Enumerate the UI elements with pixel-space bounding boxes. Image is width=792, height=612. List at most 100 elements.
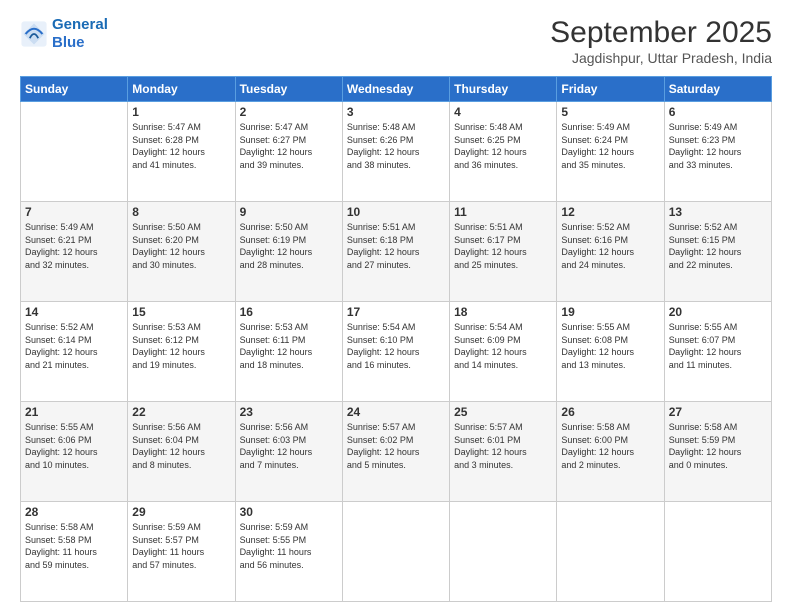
day-info: Sunrise: 5:56 AM Sunset: 6:04 PM Dayligh… <box>132 421 230 471</box>
calendar-cell <box>342 502 449 602</box>
logo-text: General Blue <box>52 16 108 52</box>
calendar-cell: 11 Sunrise: 5:51 AM Sunset: 6:17 PM Dayli… <box>450 202 557 302</box>
day-number: 9 <box>240 205 338 219</box>
day-info: Sunrise: 5:49 AM Sunset: 6:23 PM Dayligh… <box>669 121 767 171</box>
calendar-cell: 28Sunrise: 5:58 AM Sunset: 5:58 PM Dayli… <box>21 502 128 602</box>
calendar-cell: 25 Sunrise: 5:57 AM Sunset: 6:01 PM Dayli… <box>450 402 557 502</box>
calendar-cell <box>450 502 557 602</box>
day-number: 18 <box>454 305 552 319</box>
calendar-cell: 5 Sunrise: 5:49 AM Sunset: 6:24 PM Daylig… <box>557 102 664 202</box>
logo-blue: Blue <box>52 34 85 51</box>
col-header-saturday: Saturday <box>664 77 771 102</box>
day-number: 10 <box>347 205 445 219</box>
calendar-week-4: 21 Sunrise: 5:55 AM Sunset: 6:06 PM Dayli… <box>21 402 772 502</box>
calendar-cell: 24Sunrise: 5:57 AM Sunset: 6:02 PM Dayli… <box>342 402 449 502</box>
location: Jagdishpur, Uttar Pradesh, India <box>550 50 772 66</box>
day-info: Sunrise: 5:48 AM Sunset: 6:25 PM Dayligh… <box>454 121 552 171</box>
calendar-cell: 15Sunrise: 5:53 AM Sunset: 6:12 PM Dayli… <box>128 302 235 402</box>
day-info: Sunrise: 5:50 AM Sunset: 6:20 PM Dayligh… <box>132 221 230 271</box>
calendar-cell: 26 Sunrise: 5:58 AM Sunset: 6:00 PM Dayli… <box>557 402 664 502</box>
calendar-cell: 1 Sunrise: 5:47 AM Sunset: 6:28 PM Daylig… <box>128 102 235 202</box>
day-number: 13 <box>669 205 767 219</box>
calendar-cell: 18 Sunrise: 5:54 AM Sunset: 6:09 PM Dayli… <box>450 302 557 402</box>
header: General Blue September 2025 Jagdishpur, … <box>20 16 772 66</box>
day-info: Sunrise: 5:57 AM Sunset: 6:01 PM Dayligh… <box>454 421 552 471</box>
calendar-cell: 6 Sunrise: 5:49 AM Sunset: 6:23 PM Daylig… <box>664 102 771 202</box>
day-info: Sunrise: 5:57 AM Sunset: 6:02 PM Dayligh… <box>347 421 445 471</box>
calendar-week-1: 1 Sunrise: 5:47 AM Sunset: 6:28 PM Daylig… <box>21 102 772 202</box>
day-number: 2 <box>240 105 338 119</box>
col-header-thursday: Thursday <box>450 77 557 102</box>
day-info: Sunrise: 5:58 AM Sunset: 6:00 PM Dayligh… <box>561 421 659 471</box>
day-info: Sunrise: 5:51 AM Sunset: 6:17 PM Dayligh… <box>454 221 552 271</box>
day-number: 22 <box>132 405 230 419</box>
day-number: 14 <box>25 305 123 319</box>
col-header-wednesday: Wednesday <box>342 77 449 102</box>
col-header-sunday: Sunday <box>21 77 128 102</box>
day-number: 29 <box>132 505 230 519</box>
day-number: 20 <box>669 305 767 319</box>
calendar-table: SundayMondayTuesdayWednesdayThursdayFrid… <box>20 76 772 602</box>
day-number: 11 <box>454 205 552 219</box>
calendar-cell: 7Sunrise: 5:49 AM Sunset: 6:21 PM Daylig… <box>21 202 128 302</box>
day-info: Sunrise: 5:55 AM Sunset: 6:06 PM Dayligh… <box>25 421 123 471</box>
calendar-cell: 14 Sunrise: 5:52 AM Sunset: 6:14 PM Dayli… <box>21 302 128 402</box>
day-info: Sunrise: 5:58 AM Sunset: 5:59 PM Dayligh… <box>669 421 767 471</box>
calendar-cell: 13Sunrise: 5:52 AM Sunset: 6:15 PM Dayli… <box>664 202 771 302</box>
page: General Blue September 2025 Jagdishpur, … <box>0 0 792 612</box>
col-header-monday: Monday <box>128 77 235 102</box>
calendar-cell: 22 Sunrise: 5:56 AM Sunset: 6:04 PM Dayli… <box>128 402 235 502</box>
calendar-week-3: 14 Sunrise: 5:52 AM Sunset: 6:14 PM Dayli… <box>21 302 772 402</box>
calendar-cell: 8Sunrise: 5:50 AM Sunset: 6:20 PM Daylig… <box>128 202 235 302</box>
day-number: 5 <box>561 105 659 119</box>
day-number: 26 <box>561 405 659 419</box>
col-header-tuesday: Tuesday <box>235 77 342 102</box>
calendar-cell: 23Sunrise: 5:56 AM Sunset: 6:03 PM Dayli… <box>235 402 342 502</box>
day-info: Sunrise: 5:54 AM Sunset: 6:10 PM Dayligh… <box>347 321 445 371</box>
day-info: Sunrise: 5:59 AM Sunset: 5:57 PM Dayligh… <box>132 521 230 571</box>
calendar-week-2: 7Sunrise: 5:49 AM Sunset: 6:21 PM Daylig… <box>21 202 772 302</box>
calendar-cell: 2 Sunrise: 5:47 AM Sunset: 6:27 PM Daylig… <box>235 102 342 202</box>
col-header-friday: Friday <box>557 77 664 102</box>
calendar-cell <box>21 102 128 202</box>
calendar-cell <box>557 502 664 602</box>
day-info: Sunrise: 5:47 AM Sunset: 6:27 PM Dayligh… <box>240 121 338 171</box>
day-number: 7 <box>25 205 123 219</box>
day-number: 12 <box>561 205 659 219</box>
day-number: 25 <box>454 405 552 419</box>
month-title: September 2025 <box>550 16 772 50</box>
day-info: Sunrise: 5:54 AM Sunset: 6:09 PM Dayligh… <box>454 321 552 371</box>
calendar-cell: 29 Sunrise: 5:59 AM Sunset: 5:57 PM Dayli… <box>128 502 235 602</box>
day-number: 27 <box>669 405 767 419</box>
day-number: 3 <box>347 105 445 119</box>
calendar-cell: 4 Sunrise: 5:48 AM Sunset: 6:25 PM Daylig… <box>450 102 557 202</box>
day-info: Sunrise: 5:49 AM Sunset: 6:24 PM Dayligh… <box>561 121 659 171</box>
title-block: September 2025 Jagdishpur, Uttar Pradesh… <box>550 16 772 66</box>
logo: General Blue <box>20 16 108 52</box>
day-info: Sunrise: 5:51 AM Sunset: 6:18 PM Dayligh… <box>347 221 445 271</box>
day-info: Sunrise: 5:53 AM Sunset: 6:12 PM Dayligh… <box>132 321 230 371</box>
day-number: 19 <box>561 305 659 319</box>
calendar-header-row: SundayMondayTuesdayWednesdayThursdayFrid… <box>21 77 772 102</box>
calendar-cell: 17 Sunrise: 5:54 AM Sunset: 6:10 PM Dayli… <box>342 302 449 402</box>
day-number: 6 <box>669 105 767 119</box>
calendar-cell: 3 Sunrise: 5:48 AM Sunset: 6:26 PM Daylig… <box>342 102 449 202</box>
day-info: Sunrise: 5:48 AM Sunset: 6:26 PM Dayligh… <box>347 121 445 171</box>
day-info: Sunrise: 5:50 AM Sunset: 6:19 PM Dayligh… <box>240 221 338 271</box>
day-number: 16 <box>240 305 338 319</box>
calendar-cell: 21 Sunrise: 5:55 AM Sunset: 6:06 PM Dayli… <box>21 402 128 502</box>
calendar-cell: 9 Sunrise: 5:50 AM Sunset: 6:19 PM Daylig… <box>235 202 342 302</box>
logo-general: General <box>52 16 108 33</box>
calendar-cell <box>664 502 771 602</box>
day-info: Sunrise: 5:52 AM Sunset: 6:14 PM Dayligh… <box>25 321 123 371</box>
day-number: 17 <box>347 305 445 319</box>
calendar-cell: 20Sunrise: 5:55 AM Sunset: 6:07 PM Dayli… <box>664 302 771 402</box>
day-number: 21 <box>25 405 123 419</box>
day-info: Sunrise: 5:55 AM Sunset: 6:08 PM Dayligh… <box>561 321 659 371</box>
day-info: Sunrise: 5:58 AM Sunset: 5:58 PM Dayligh… <box>25 521 123 571</box>
logo-icon <box>20 20 48 48</box>
day-number: 4 <box>454 105 552 119</box>
day-number: 1 <box>132 105 230 119</box>
day-info: Sunrise: 5:47 AM Sunset: 6:28 PM Dayligh… <box>132 121 230 171</box>
day-info: Sunrise: 5:56 AM Sunset: 6:03 PM Dayligh… <box>240 421 338 471</box>
